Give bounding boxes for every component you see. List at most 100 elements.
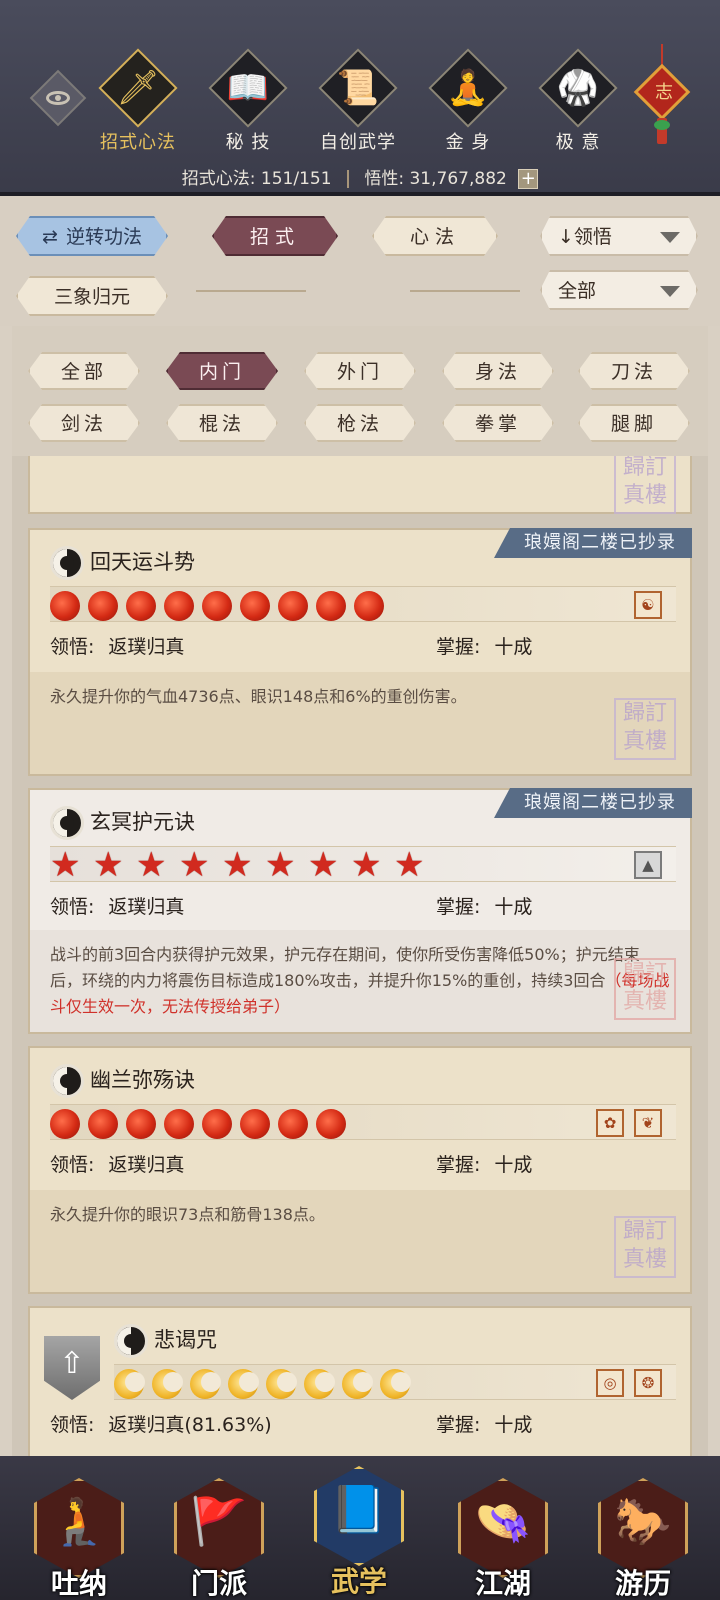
rank-pips: ★ ★ ★ ★ ★ ★ ★ ★ ★ ▲ — [50, 845, 676, 885]
flame-pip-icon — [278, 1109, 308, 1139]
flame-pip-icon — [50, 591, 80, 621]
mountain-badge-icon[interactable]: ▲ — [634, 851, 662, 879]
star-pip-icon: ★ — [394, 845, 425, 885]
filter-inner[interactable]: 内门 — [166, 352, 278, 390]
tab-secret-skills[interactable]: 📖 秘 技 — [206, 48, 288, 158]
mastery-label: 掌握: — [436, 636, 481, 658]
moon-pip-icon — [114, 1369, 145, 1399]
seal-stamp: 歸訂 真樓 — [614, 958, 676, 1020]
lotus-badge-icon[interactable]: ✿ — [596, 1109, 624, 1137]
seal-stamp: 歸訂 真樓 — [614, 698, 676, 760]
moon-pip-icon — [380, 1369, 411, 1399]
copied-ribbon: 琅嬛阁二楼已抄录 — [494, 788, 692, 818]
flame-pip-icon — [316, 591, 346, 621]
moon-pip-icon — [152, 1369, 183, 1399]
filter-movement[interactable]: 身法 — [442, 352, 554, 390]
rank-pips: ✿ ❦ — [50, 1104, 676, 1140]
horse-icon: 🐎 — [614, 1494, 672, 1548]
skill-list[interactable]: 歸訂 真樓 琅嬛阁二楼已抄录 回天运斗势 ☯ 领悟: 返璞归真 掌握: 十成 永久提… — [12, 456, 708, 1456]
flame-pip-icon — [50, 1109, 80, 1139]
mastery-label: 掌握: — [436, 1154, 481, 1176]
skill-card-partial[interactable]: 歸訂 真樓 — [28, 456, 692, 514]
reverse-technique-label: 逆转功法 — [65, 226, 142, 248]
sort-dropdown[interactable]: ↓领悟 — [540, 216, 698, 256]
eye-icon — [46, 91, 70, 105]
tab-label: 招式心法 — [100, 132, 176, 153]
tab-golden-body[interactable]: 🧘 金 身 — [426, 48, 508, 158]
skill-card[interactable]: 幽兰弥殇诀 ✿ ❦ 领悟: 返璞归真 掌握: 十成 永久提升你的眼识73点和筋骨13… — [28, 1046, 692, 1294]
skill-name: 幽兰弥殇诀 — [90, 1068, 195, 1092]
comprehension-value: 返璞归真 — [108, 1154, 185, 1176]
skill-card[interactable]: 琅嬛阁二楼已抄录 回天运斗势 ☯ 领悟: 返璞归真 掌握: 十成 永久提升你的气血4… — [28, 528, 692, 776]
sanxiang-button[interactable]: 三象归元 — [16, 276, 168, 316]
flame-pip-icon — [88, 1109, 118, 1139]
filter-leg[interactable]: 腿脚 — [578, 404, 690, 442]
filter-dropdown[interactable]: 全部 — [540, 270, 698, 310]
book-icon: 📖 — [226, 68, 270, 108]
insight-label: 悟性: — [364, 169, 405, 189]
flame-pip-icon — [164, 591, 194, 621]
filter-sword[interactable]: 剑法 — [28, 404, 140, 442]
mastery-value: 十成 — [494, 1414, 533, 1436]
skill-meta: 领悟: 返璞归真 掌握: 十成 — [50, 890, 676, 924]
moves-value: 151/151 — [260, 169, 332, 189]
leaf-badge-icon[interactable]: ❦ — [634, 1109, 662, 1137]
scroll-badge-icon[interactable]: ☯ — [634, 591, 662, 619]
filter-spear[interactable]: 枪法 — [304, 404, 416, 442]
nav-breathing[interactable]: 🧎 吐纳 — [24, 1468, 134, 1600]
tab-moves[interactable]: 招式 — [212, 216, 338, 256]
mastery-value: 十成 — [494, 896, 533, 918]
stats-bar: 招式心法: 151/151 悟性: 31,767,882 + — [0, 164, 720, 189]
eye-toggle-button[interactable] — [29, 69, 87, 127]
flame-pip-icon — [354, 591, 384, 621]
manual-icon: 📘 — [330, 1482, 388, 1536]
skill-title: 回天运斗势 — [50, 544, 195, 580]
filter-outer[interactable]: 外门 — [304, 352, 416, 390]
skill-title: 幽兰弥殇诀 — [50, 1062, 195, 1098]
tab-moves-mind[interactable]: 🗡 招式心法 — [96, 48, 178, 158]
seal-stamp: 歸訂 真樓 — [614, 1216, 676, 1278]
nav-label: 门派 — [190, 1567, 247, 1600]
taiji-icon — [50, 546, 84, 580]
tab-ultimate[interactable]: 🥋 极 意 — [536, 48, 618, 158]
wreath-badge-icon[interactable]: ❂ — [634, 1369, 662, 1397]
nav-label: 游历 — [614, 1567, 671, 1600]
skill-card[interactable]: ⇧ 悲谒咒 ◎ ❂ 领悟: 返璞归真(81.63%) 掌握: 十成 — [28, 1306, 692, 1456]
flame-pip-icon — [316, 1109, 346, 1139]
upgrade-arrow-icon[interactable]: ⇧ — [44, 1336, 100, 1400]
tab-mind[interactable]: 心法 — [372, 216, 498, 256]
nav-jianghu[interactable]: 👒 江湖 — [448, 1468, 558, 1600]
tab-label: 自创武学 — [320, 132, 396, 153]
scroll-icon: 📜 — [336, 68, 380, 108]
filter-blade[interactable]: 刀法 — [578, 352, 690, 390]
flame-pip-icon — [240, 591, 270, 621]
insight-value: 31,767,882 — [409, 169, 507, 189]
mastery-label: 掌握: — [436, 896, 481, 918]
banner-icon: 🚩 — [190, 1494, 248, 1548]
seal-stamp: 歸訂 真樓 — [614, 456, 676, 514]
monk-icon: 🧎 — [50, 1494, 108, 1548]
tab-label: 金 身 — [445, 132, 491, 153]
skill-description: 永久提升你的眼识73点和筋骨138点。 — [30, 1190, 690, 1292]
skill-card[interactable]: 琅嬛阁二楼已抄录 玄冥护元诀 ★ ★ ★ ★ ★ ★ ★ ★ ★ ▲ 领悟: 返璞… — [28, 788, 692, 1034]
flame-pip-icon — [126, 1109, 156, 1139]
nav-martial-arts[interactable]: 📘 武学 — [304, 1456, 414, 1598]
nav-label: 武学 — [330, 1565, 387, 1598]
filter-fist[interactable]: 拳掌 — [442, 404, 554, 442]
skill-description: 永久提升你的气血4736点、眼识148点和6%的重创伤害。 — [30, 672, 690, 774]
filter-staff[interactable]: 棍法 — [166, 404, 278, 442]
chevron-down-icon — [660, 286, 680, 297]
tab-self-created[interactable]: 📜 自创武学 — [316, 48, 398, 158]
nav-sect[interactable]: 🚩 门派 — [164, 1468, 274, 1600]
flame-pip-icon — [202, 591, 232, 621]
ring-badge-icon[interactable]: ◎ — [596, 1369, 624, 1397]
filter-all[interactable]: 全部 — [28, 352, 140, 390]
star-pip-icon: ★ — [179, 845, 210, 885]
add-insight-button[interactable]: + — [518, 169, 539, 189]
mastery-value: 十成 — [494, 1154, 533, 1176]
mastery: 掌握: 十成 — [436, 890, 532, 924]
mastery: 掌握: 十成 — [436, 1148, 532, 1182]
mastery-label: 掌握: — [436, 1414, 481, 1436]
reverse-technique-button[interactable]: ⇄ 逆转功法 — [16, 216, 168, 256]
nav-travel[interactable]: 🐎 游历 — [588, 1468, 698, 1600]
